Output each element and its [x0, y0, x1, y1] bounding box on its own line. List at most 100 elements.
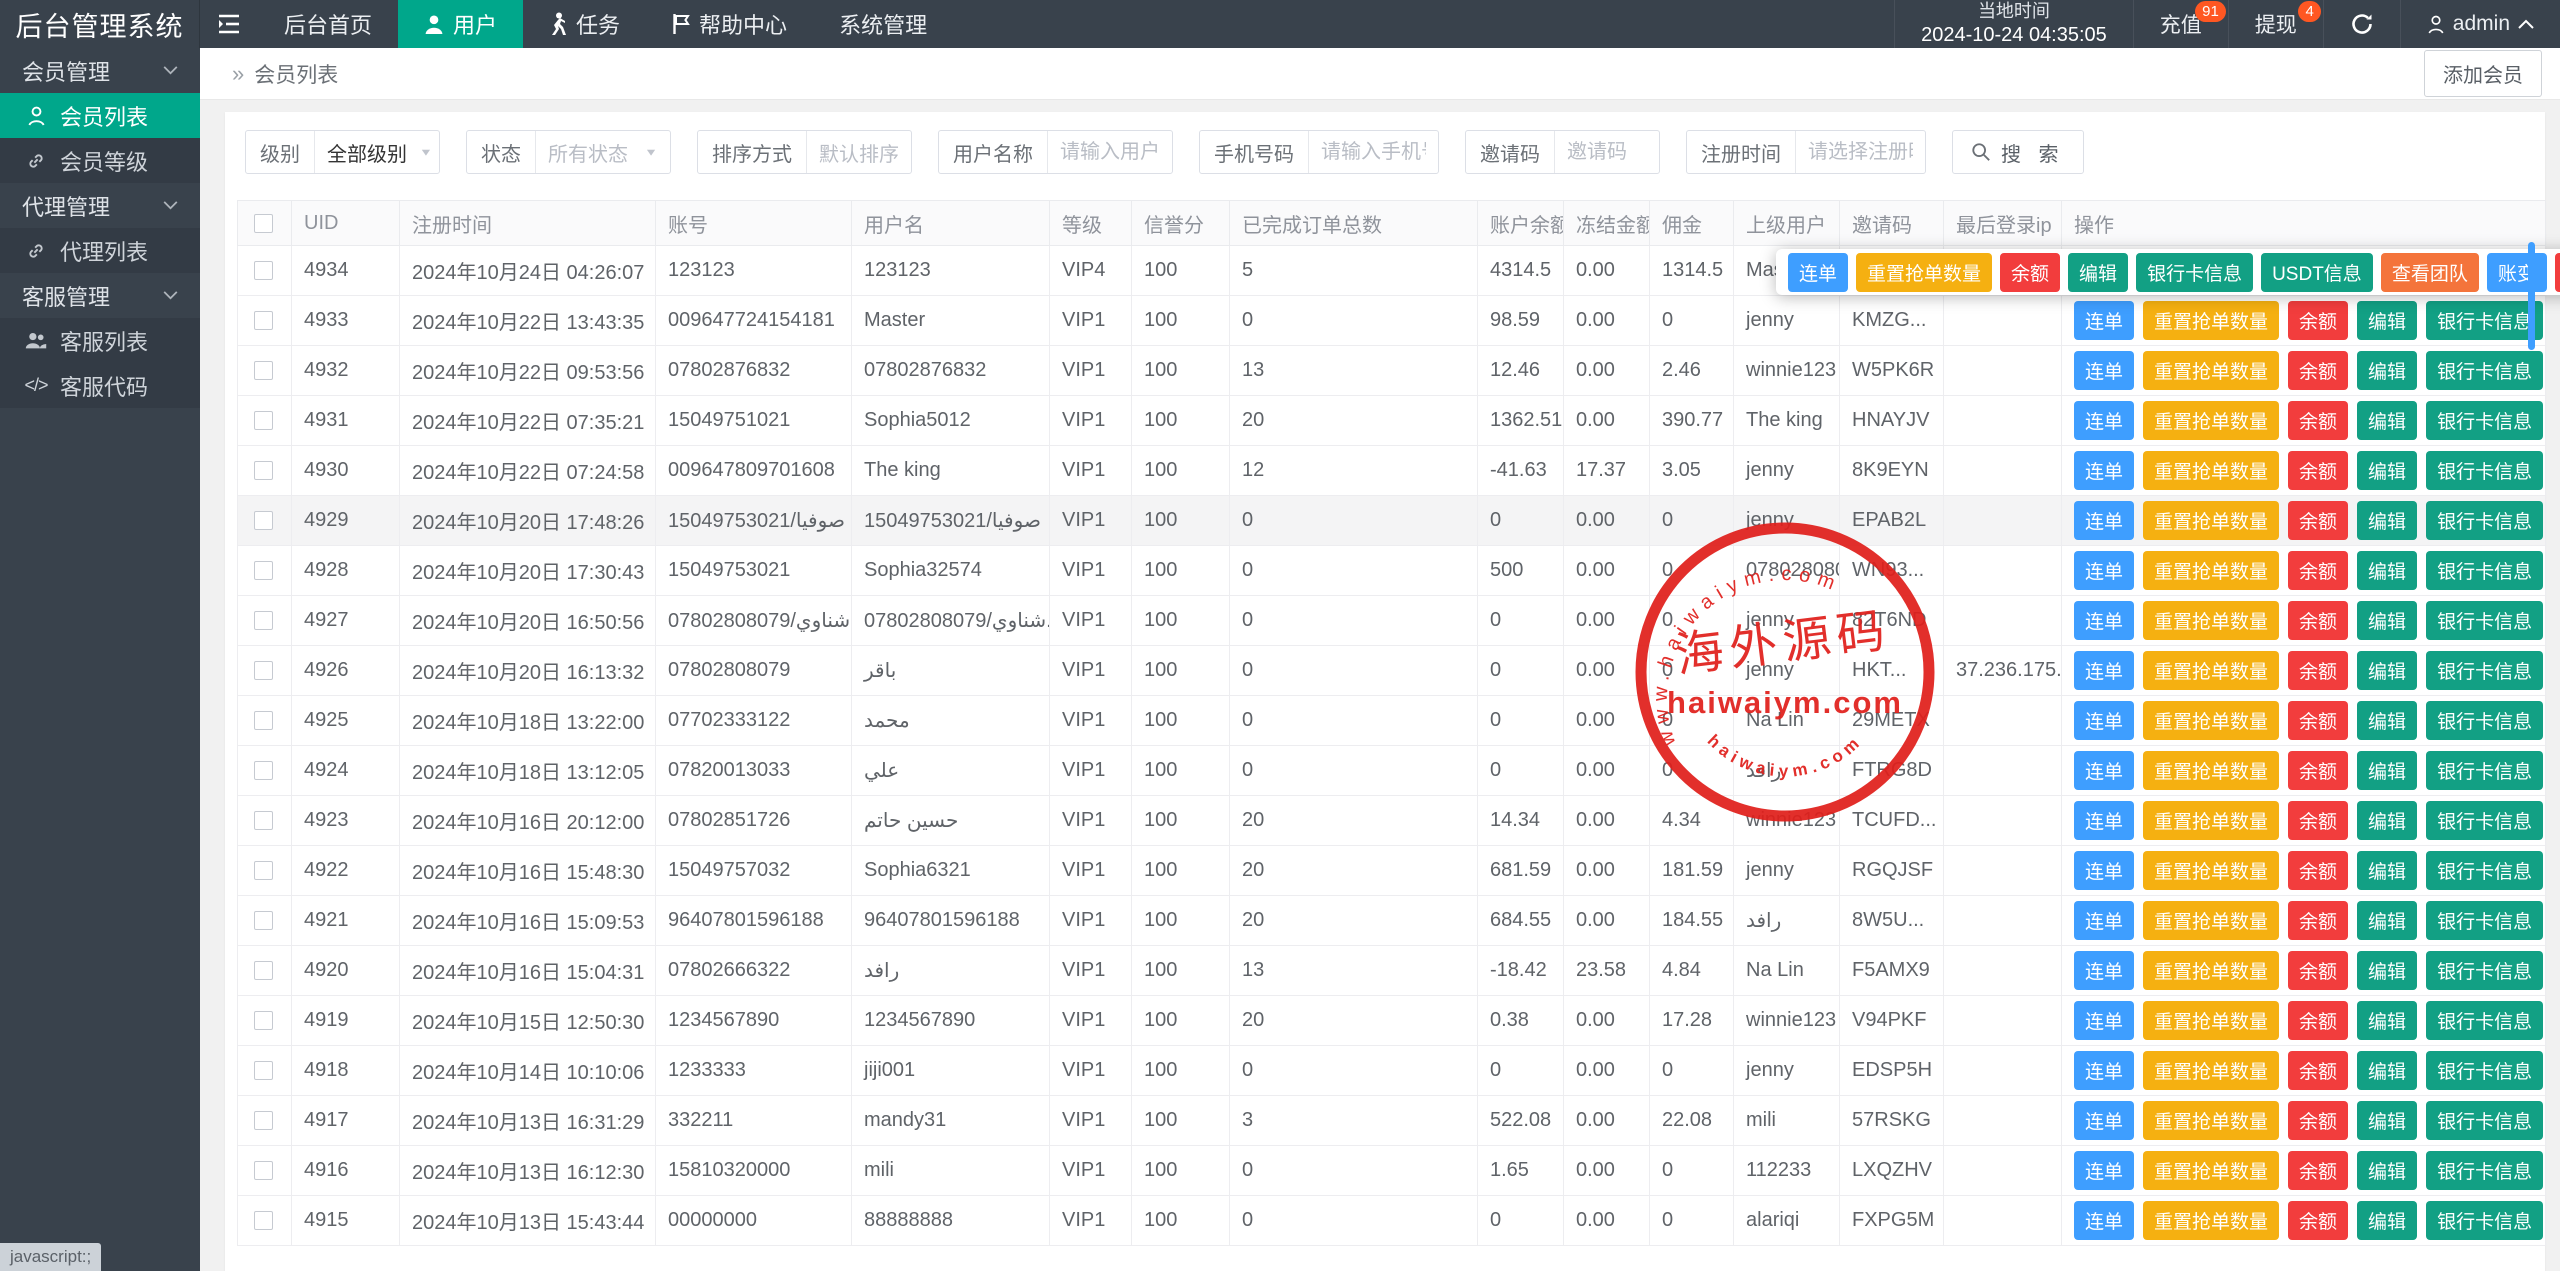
row-checkbox[interactable]	[254, 661, 273, 680]
row-checkbox[interactable]	[254, 1111, 273, 1130]
bank-card-info-button[interactable]: 银行卡信息	[2426, 751, 2543, 790]
row-checkbox[interactable]	[254, 1161, 273, 1180]
bank-card-info-button[interactable]: 银行卡信息	[2426, 1101, 2543, 1140]
edit-button[interactable]: 编辑	[2357, 451, 2417, 490]
balance-button[interactable]: 余额	[2288, 701, 2348, 740]
chain-order-button[interactable]: 连单	[1788, 253, 1848, 292]
bank-card-info-button[interactable]: 银行卡信息	[2426, 351, 2543, 390]
chain-order-button[interactable]: 连单	[2074, 401, 2134, 440]
collapse-menu-icon[interactable]	[200, 0, 258, 48]
balance-button[interactable]: 余额	[2288, 501, 2348, 540]
edit-button[interactable]: 编辑	[2357, 701, 2417, 740]
edit-button[interactable]: 编辑	[2068, 253, 2128, 292]
bank-card-info-button[interactable]: 银行卡信息	[2426, 301, 2543, 340]
chain-order-button[interactable]: 连单	[2074, 901, 2134, 940]
row-checkbox[interactable]	[254, 761, 273, 780]
sidebar-item-member-level[interactable]: 会员等级	[0, 138, 200, 183]
tab-home[interactable]: 后台首页	[258, 0, 398, 48]
edit-button[interactable]: 编辑	[2357, 651, 2417, 690]
bank-card-info-button[interactable]: 银行卡信息	[2136, 253, 2253, 292]
balance-button[interactable]: 余额	[2288, 751, 2348, 790]
balance-button[interactable]: 余额	[2288, 651, 2348, 690]
edit-button[interactable]: 编辑	[2357, 501, 2417, 540]
account-change-button[interactable]: 账变	[2487, 253, 2547, 292]
reset-grab-count-button[interactable]: 重置抢单数量	[2143, 401, 2279, 440]
row-checkbox[interactable]	[254, 1061, 273, 1080]
add-member-button[interactable]: 添加会员	[2424, 50, 2542, 97]
bank-card-info-button[interactable]: 银行卡信息	[2426, 601, 2543, 640]
edit-button[interactable]: 编辑	[2357, 1201, 2417, 1240]
usdt-info-button[interactable]: USDT信息	[2261, 253, 2373, 292]
bank-card-info-button[interactable]: 银行卡信息	[2426, 951, 2543, 990]
reset-grab-count-button[interactable]: 重置抢单数量	[2143, 1001, 2279, 1040]
reset-grab-count-button[interactable]: 重置抢单数量	[2143, 851, 2279, 890]
edit-button[interactable]: 编辑	[2357, 601, 2417, 640]
row-checkbox[interactable]	[254, 461, 273, 480]
chain-order-button[interactable]: 连单	[2074, 1051, 2134, 1090]
bank-card-info-button[interactable]: 银行卡信息	[2426, 501, 2543, 540]
reset-grab-count-button[interactable]: 重置抢单数量	[2143, 501, 2279, 540]
bank-card-info-button[interactable]: 银行卡信息	[2426, 801, 2543, 840]
bank-card-info-button[interactable]: 银行卡信息	[2426, 651, 2543, 690]
reset-grab-count-button[interactable]: 重置抢单数量	[2143, 1051, 2279, 1090]
bank-card-info-button[interactable]: 银行卡信息	[2426, 451, 2543, 490]
reset-grab-count-button[interactable]: 重置抢单数量	[2143, 301, 2279, 340]
row-checkbox[interactable]	[254, 711, 273, 730]
reset-grab-count-button[interactable]: 重置抢单数量	[2143, 651, 2279, 690]
row-checkbox[interactable]	[254, 1211, 273, 1230]
balance-button[interactable]: 余额	[2288, 1001, 2348, 1040]
search-button[interactable]: 搜 索	[1952, 130, 2084, 174]
balance-button[interactable]: 余额	[2288, 901, 2348, 940]
row-checkbox[interactable]	[254, 261, 273, 280]
sidebar-item-service-code[interactable]: </> 客服代码	[0, 363, 200, 408]
reset-grab-count-button[interactable]: 重置抢单数量	[2143, 451, 2279, 490]
balance-button[interactable]: 余额	[2288, 351, 2348, 390]
edit-button[interactable]: 编辑	[2357, 1151, 2417, 1190]
tab-system[interactable]: 系统管理	[813, 0, 953, 48]
chain-order-button[interactable]: 连单	[2074, 651, 2134, 690]
bank-card-info-button[interactable]: 银行卡信息	[2426, 401, 2543, 440]
row-checkbox[interactable]	[254, 311, 273, 330]
edit-button[interactable]: 编辑	[2357, 951, 2417, 990]
chain-order-button[interactable]: 连单	[2074, 601, 2134, 640]
balance-button[interactable]: 余额	[2288, 401, 2348, 440]
chain-order-button[interactable]: 连单	[2074, 701, 2134, 740]
reset-grab-count-button[interactable]: 重置抢单数量	[2143, 801, 2279, 840]
reset-grab-count-button[interactable]: 重置抢单数量	[2143, 751, 2279, 790]
edit-button[interactable]: 编辑	[2357, 1001, 2417, 1040]
select-all-checkbox[interactable]	[254, 214, 273, 233]
chain-order-button[interactable]: 连单	[2074, 1101, 2134, 1140]
chain-order-button[interactable]: 连单	[2074, 451, 2134, 490]
chain-order-button[interactable]: 连单	[2074, 501, 2134, 540]
balance-button[interactable]: 余额	[2288, 801, 2348, 840]
edit-button[interactable]: 编辑	[2357, 1051, 2417, 1090]
edit-button[interactable]: 编辑	[2357, 551, 2417, 590]
row-checkbox[interactable]	[254, 861, 273, 880]
balance-button[interactable]: 余额	[2288, 551, 2348, 590]
chain-order-button[interactable]: 连单	[2074, 301, 2134, 340]
chain-order-button[interactable]: 连单	[2074, 751, 2134, 790]
sort-filter-select[interactable]: 排序方式 默认排序 ▼	[697, 130, 912, 174]
chain-order-button[interactable]: 连单	[2074, 851, 2134, 890]
bank-card-info-button[interactable]: 银行卡信息	[2426, 1201, 2543, 1240]
row-checkbox[interactable]	[254, 561, 273, 580]
balance-button[interactable]: 余额	[2288, 1201, 2348, 1240]
reset-grab-count-button[interactable]: 重置抢单数量	[1856, 253, 1992, 292]
sidebar-item-service-list[interactable]: 客服列表	[0, 318, 200, 363]
reset-grab-count-button[interactable]: 重置抢单数量	[2143, 1201, 2279, 1240]
sidebar-item-member-list[interactable]: 会员列表	[0, 93, 200, 138]
bank-card-info-button[interactable]: 银行卡信息	[2426, 1051, 2543, 1090]
chain-order-button[interactable]: 连单	[2074, 551, 2134, 590]
bank-card-info-button[interactable]: 银行卡信息	[2426, 701, 2543, 740]
reset-grab-count-button[interactable]: 重置抢单数量	[2143, 351, 2279, 390]
reset-grab-count-button[interactable]: 重置抢单数量	[2143, 1101, 2279, 1140]
balance-button[interactable]: 余额	[2288, 601, 2348, 640]
balance-button[interactable]: 余额	[2288, 1051, 2348, 1090]
row-checkbox[interactable]	[254, 511, 273, 530]
chain-order-button[interactable]: 连单	[2074, 801, 2134, 840]
reset-grab-count-button[interactable]: 重置抢单数量	[2143, 551, 2279, 590]
scrollbar-thumb[interactable]	[2528, 242, 2535, 350]
tab-tasks[interactable]: 任务	[523, 0, 646, 48]
chain-order-button[interactable]: 连单	[2074, 1001, 2134, 1040]
balance-button[interactable]: 余额	[2000, 253, 2060, 292]
